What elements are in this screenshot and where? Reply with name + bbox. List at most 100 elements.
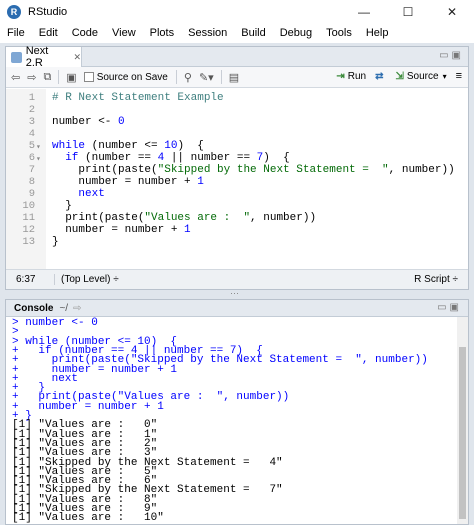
code-line: number <- 0 <box>52 116 125 128</box>
scope-selector[interactable]: (Top Level) ÷ <box>54 274 119 285</box>
line-number: 8 <box>28 176 35 188</box>
source-button[interactable]: ⇲ Source ▾ <box>395 71 446 82</box>
menu-bar: File Edit Code View Plots Session Build … <box>0 23 474 43</box>
run-arrow-icon: ⇥ <box>336 70 345 82</box>
console-title: Console <box>14 302 54 314</box>
workspace: Next 2.R ✕ ▭▣ ⇦ ⇨ ⧉ ▣ Source on Save ⚲ ✎… <box>0 43 474 525</box>
source-editor-pane: Next 2.R ✕ ▭▣ ⇦ ⇨ ⧉ ▣ Source on Save ⚲ ✎… <box>5 45 469 290</box>
menu-edit[interactable]: Edit <box>32 27 65 39</box>
toolbar-divider <box>58 70 60 84</box>
line-number: 11 <box>22 212 35 224</box>
line-number: 1 <box>28 92 35 104</box>
code-token: print(paste( <box>52 212 145 224</box>
console-input-line: + number = number + 1 <box>12 400 164 413</box>
code-token: print(paste( <box>52 164 158 176</box>
code-token: || number == <box>164 152 257 164</box>
code-line: print(paste("Values are : ", number)) <box>52 212 316 224</box>
source-on-save-checkbox[interactable] <box>83 72 94 82</box>
code-token: number = number + <box>52 176 198 188</box>
r-file-icon <box>11 51 22 63</box>
tab-next-2-r[interactable]: Next 2.R ✕ <box>6 45 82 69</box>
working-directory: ~/ <box>59 302 69 314</box>
console-output[interactable]: > number <- 0 > > while (number <= 10) {+ … <box>6 317 458 524</box>
code-line: if (number == 4 || number == 7) { <box>52 152 290 164</box>
show-in-window-icon[interactable]: ⧉ <box>43 71 51 84</box>
tab-label: Next 2.R <box>25 45 49 69</box>
menu-code[interactable]: Code <box>65 27 105 39</box>
toolbar-right-group: ⇥ Run ⇄ ⇲ Source ▾ ≡ <box>327 70 462 82</box>
code-token: 0 <box>118 116 125 128</box>
pane-minmax-icon[interactable]: ▭▣ <box>439 50 464 61</box>
close-tab-icon[interactable]: ✕ <box>73 52 81 63</box>
code-token: 10 <box>164 140 178 152</box>
menu-help[interactable]: Help <box>359 27 396 39</box>
console-pane: Console ~/ ⇨ ▭▣ > number <- 0 > > while (n… <box>5 299 469 525</box>
minimize-button[interactable]: — <box>342 0 386 23</box>
search-icon[interactable]: ⚲ <box>184 71 192 84</box>
line-number: 13 <box>22 236 35 248</box>
code-token: number = number + <box>52 224 185 236</box>
fold-arrow-icon[interactable]: ▾ <box>36 154 41 164</box>
run-button[interactable]: ⇥ Run <box>336 71 366 82</box>
file-type-selector[interactable]: R Script ÷ <box>414 274 458 285</box>
pane-splitter[interactable]: ⋯ <box>0 288 474 298</box>
chevron-down-icon[interactable]: ▾ <box>443 72 447 81</box>
editor-toolbar: ⇦ ⇨ ⧉ ▣ Source on Save ⚲ ✎▾ ▤ ⇥ Run ⇄ ⇲ … <box>6 67 468 88</box>
code-token: 1 <box>184 224 191 236</box>
code-token: (number <= <box>85 140 165 152</box>
scrollbar-thumb[interactable] <box>459 347 466 519</box>
line-number: 4 <box>28 128 35 140</box>
code-token: next <box>78 188 105 200</box>
cursor-position: 6:37 <box>16 274 36 285</box>
compile-report-icon[interactable]: ▤ <box>229 71 239 84</box>
line-number: 3 <box>28 116 35 128</box>
editor-options-button[interactable]: ≡ <box>456 70 462 82</box>
code-line: next <box>52 188 105 200</box>
toolbar-divider <box>175 70 177 84</box>
code-token: while <box>52 140 86 152</box>
save-icon[interactable]: ▣ <box>66 71 76 84</box>
menu-file[interactable]: File <box>0 27 32 39</box>
line-number: 6 <box>28 152 35 164</box>
go-to-directory-icon[interactable]: ⇨ <box>73 303 81 314</box>
code-line: number = number + 1 <box>52 176 204 188</box>
line-number: 7 <box>28 164 35 176</box>
code-token: , number)) <box>388 164 455 176</box>
line-number: 10 <box>22 200 35 212</box>
code-token: } <box>52 200 72 212</box>
code-area[interactable]: 1 2 3 4 5 6 7 8 9 10 11 12 13 ▾ ▾ # R Ne… <box>6 89 468 269</box>
menu-build[interactable]: Build <box>234 27 272 39</box>
code-line: } <box>52 236 59 248</box>
lines-menu-icon: ≡ <box>455 70 462 82</box>
window-controls: — ☐ ✕ <box>342 0 474 23</box>
code-token: if <box>65 152 79 164</box>
rerun-button[interactable]: ⇄ <box>375 71 386 82</box>
code-tools-wand-icon[interactable]: ✎▾ <box>199 71 214 84</box>
fold-arrow-icon[interactable]: ▾ <box>36 142 41 152</box>
menu-debug[interactable]: Debug <box>273 27 319 39</box>
line-number: 2 <box>28 104 35 116</box>
code-token: } <box>52 236 59 248</box>
source-arrow-icon: ⇲ <box>395 70 404 82</box>
toolbar-divider <box>220 70 222 84</box>
menu-view[interactable]: View <box>105 27 143 39</box>
line-number: 12 <box>22 224 35 236</box>
maximize-button[interactable]: ☐ <box>386 0 430 23</box>
code-line: while (number <= 10) { <box>52 140 204 152</box>
menu-plots[interactable]: Plots <box>143 27 181 39</box>
title-bar: R RStudio — ☐ ✕ <box>0 0 474 23</box>
editor-status-bar: 6:37 (Top Level) ÷ R Script ÷ <box>6 269 468 289</box>
console-scrollbar[interactable] <box>457 317 468 524</box>
pane-minmax-icon[interactable]: ▭▣ <box>437 302 462 313</box>
code-line: # R Next Statement Example <box>52 92 224 104</box>
close-button[interactable]: ✕ <box>430 0 474 23</box>
menu-tools[interactable]: Tools <box>319 27 359 39</box>
splitter-grip-icon: ⋯ <box>230 288 239 298</box>
code-token: 1 <box>197 176 204 188</box>
back-arrow-icon[interactable]: ⇦ <box>11 71 20 84</box>
menu-session[interactable]: Session <box>181 27 234 39</box>
forward-arrow-icon[interactable]: ⇨ <box>27 71 36 84</box>
code-token: ) { <box>263 152 290 164</box>
code-token: number <- <box>52 116 119 128</box>
